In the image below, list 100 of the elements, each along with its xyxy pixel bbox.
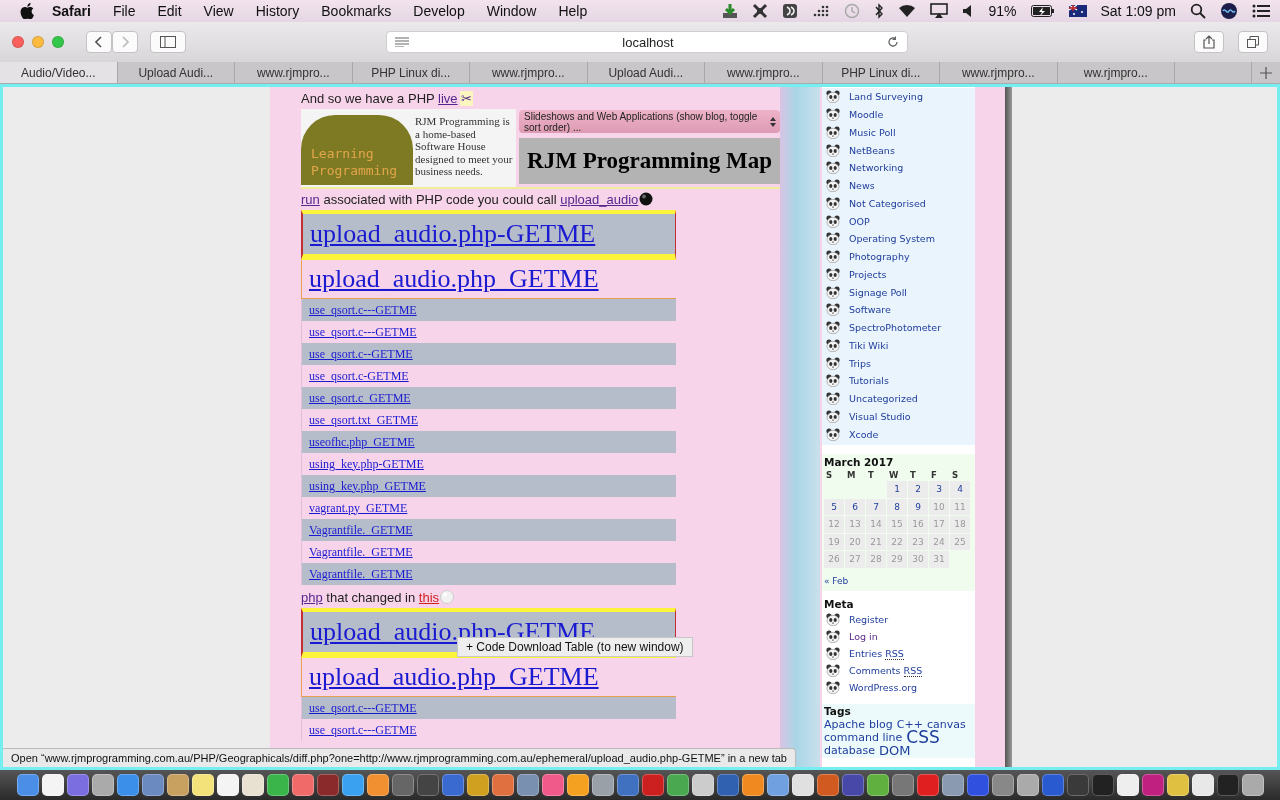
meta-link[interactable]: Register	[849, 613, 889, 625]
tag-link[interactable]: DOM	[879, 743, 911, 757]
menu-item[interactable]: File	[112, 3, 136, 19]
category-link[interactable]: OOP	[849, 215, 870, 227]
meta-link[interactable]: Comments RSS	[849, 664, 923, 676]
text-link[interactable]: upload_audio	[560, 192, 639, 207]
menu-item[interactable]: Edit	[157, 3, 182, 19]
category-link[interactable]: Xcode	[849, 428, 879, 440]
category-link[interactable]: Tiki Wiki	[849, 339, 889, 351]
meta-link[interactable]: WordPress.org	[849, 681, 918, 693]
category-link[interactable]: SpectroPhotometer	[849, 322, 942, 334]
text-link[interactable]: live	[438, 91, 458, 106]
category-link[interactable]: Music Poll	[849, 126, 896, 138]
tag-link[interactable]: blog	[869, 717, 893, 731]
file-link[interactable]: using_key.php-GETME	[309, 456, 424, 472]
logo: Learning Programming	[301, 115, 413, 185]
file-link[interactable]: use_qsort.txt_GETME	[309, 412, 418, 428]
menu-item[interactable]: Bookmarks	[321, 3, 392, 19]
menu-item[interactable]: Help	[558, 3, 588, 19]
category-link[interactable]: Land Surveying	[849, 91, 923, 103]
category-link[interactable]: Signage Poll	[849, 286, 907, 298]
menu-item[interactable]: Develop	[413, 3, 465, 19]
meta-heading: Meta	[824, 596, 855, 611]
clock-text[interactable]: Sat 1:09 pm	[1100, 3, 1176, 19]
weekday-label: T	[867, 470, 875, 480]
file-link[interactable]: upload_audio.php_GETME	[309, 264, 599, 294]
calendar-day[interactable]: 3	[929, 481, 949, 498]
this-link[interactable]: this	[418, 590, 440, 605]
file-link[interactable]: upload_audio.php_GETME	[309, 662, 599, 692]
file-link[interactable]: use_qsort.c---GETME	[309, 722, 417, 738]
address-field[interactable]: localhost	[386, 31, 908, 53]
category-link[interactable]: Operating System	[849, 233, 935, 245]
calendar-day[interactable]: 1	[887, 481, 907, 498]
tab[interactable]: www.rjmpro...	[235, 62, 353, 83]
file-link[interactable]: vagrant.py_GETME	[309, 500, 408, 516]
category-link[interactable]: Trips	[849, 357, 871, 369]
meta-link[interactable]: Entries RSS	[849, 647, 904, 659]
category-link[interactable]: Photography	[849, 251, 910, 263]
tab[interactable]: Audio/Video...	[0, 62, 118, 83]
calendar-day: 19	[824, 533, 844, 550]
scissors-icon[interactable]: ✂	[459, 91, 473, 106]
tag-link[interactable]: canvas	[926, 717, 966, 731]
category-link[interactable]: Networking	[849, 162, 904, 174]
tag-link[interactable]: CSS	[906, 730, 940, 744]
tag-link[interactable]: C++	[896, 717, 923, 731]
tab[interactable]: ww.rjmpro...	[1057, 62, 1175, 83]
menu-item[interactable]: Window	[486, 3, 537, 19]
tab[interactable]: www.rjmpro...	[940, 62, 1058, 83]
calendar-day[interactable]: 2	[908, 481, 928, 498]
calendar-day: 14	[866, 516, 886, 533]
file-link[interactable]: using_key.php_GETME	[309, 478, 426, 494]
app-menu[interactable]: Safari	[52, 3, 91, 19]
calendar-day: 26	[824, 551, 844, 568]
text-link[interactable]: run	[301, 192, 320, 207]
file-link[interactable]: use_qsort.c---GETME	[309, 302, 417, 318]
calendar-day: 20	[845, 533, 865, 550]
calendar-day[interactable]: 7	[866, 498, 886, 515]
calendar-day[interactable]: 8	[887, 498, 907, 515]
tab[interactable]: www.rjmpro...	[470, 62, 588, 83]
tag-link[interactable]: database	[824, 743, 875, 757]
file-link[interactable]: Vagrantfile._GETME	[309, 544, 413, 560]
file-link[interactable]: Vagrantfile._GETME	[309, 522, 413, 538]
category-select[interactable]: Slideshows and Web Applications (show blog, toggle sort order) ...	[519, 110, 780, 133]
calendar-day: 21	[866, 533, 886, 550]
calendar-day[interactable]: 6	[845, 498, 865, 515]
category-link[interactable]: Projects	[849, 268, 887, 280]
category-link[interactable]: Moodle	[849, 109, 884, 121]
file-link[interactable]: use_qsort.c_GETME	[309, 390, 411, 406]
calendar-day[interactable]: 5	[824, 498, 844, 515]
category-link[interactable]: Not Categorised	[849, 197, 926, 209]
file-link[interactable]: use_qsort.c--GETME	[309, 346, 413, 362]
category-link[interactable]: Tutorials	[849, 375, 889, 387]
tab[interactable]: Upload Audi...	[587, 62, 705, 83]
tab[interactable]: www.rjmpro...	[705, 62, 823, 83]
file-link[interactable]: useofhc.php_GETME	[309, 434, 415, 450]
category-link[interactable]: Uncategorized	[849, 393, 918, 405]
tag-link[interactable]: Apache	[824, 717, 866, 731]
calendar-day: 23	[908, 533, 928, 550]
calendar-day: 28	[866, 551, 886, 568]
menu-item[interactable]: History	[255, 3, 300, 19]
calendar-day[interactable]: 4	[950, 481, 970, 498]
calendar-day: 29	[887, 551, 907, 568]
meta-link[interactable]: Log in	[849, 630, 878, 642]
tab[interactable]: PHP Linux di...	[352, 62, 470, 83]
text-link[interactable]: php	[301, 590, 323, 605]
file-link[interactable]: upload_audio.php-GETME	[310, 219, 596, 249]
category-link[interactable]: Visual Studio	[849, 410, 911, 422]
menu-item[interactable]: View	[203, 3, 234, 19]
category-link[interactable]: News	[849, 180, 875, 192]
file-link[interactable]: use_qsort.c---GETME	[309, 324, 417, 340]
tab[interactable]: PHP Linux di...	[822, 62, 940, 83]
category-link[interactable]: NetBeans	[849, 144, 895, 156]
calendar-day[interactable]: 9	[908, 498, 928, 515]
prev-month-link[interactable]: « Feb	[824, 575, 849, 586]
file-link[interactable]: Vagrantfile._GETME	[309, 566, 413, 582]
tag-link[interactable]: command line	[824, 730, 903, 744]
tab[interactable]: Upload Audi...	[117, 62, 235, 83]
file-link[interactable]: use_qsort.c---GETME	[309, 700, 417, 716]
category-link[interactable]: Software	[849, 304, 891, 316]
file-link[interactable]: use_qsort.c-GETME	[309, 368, 409, 384]
